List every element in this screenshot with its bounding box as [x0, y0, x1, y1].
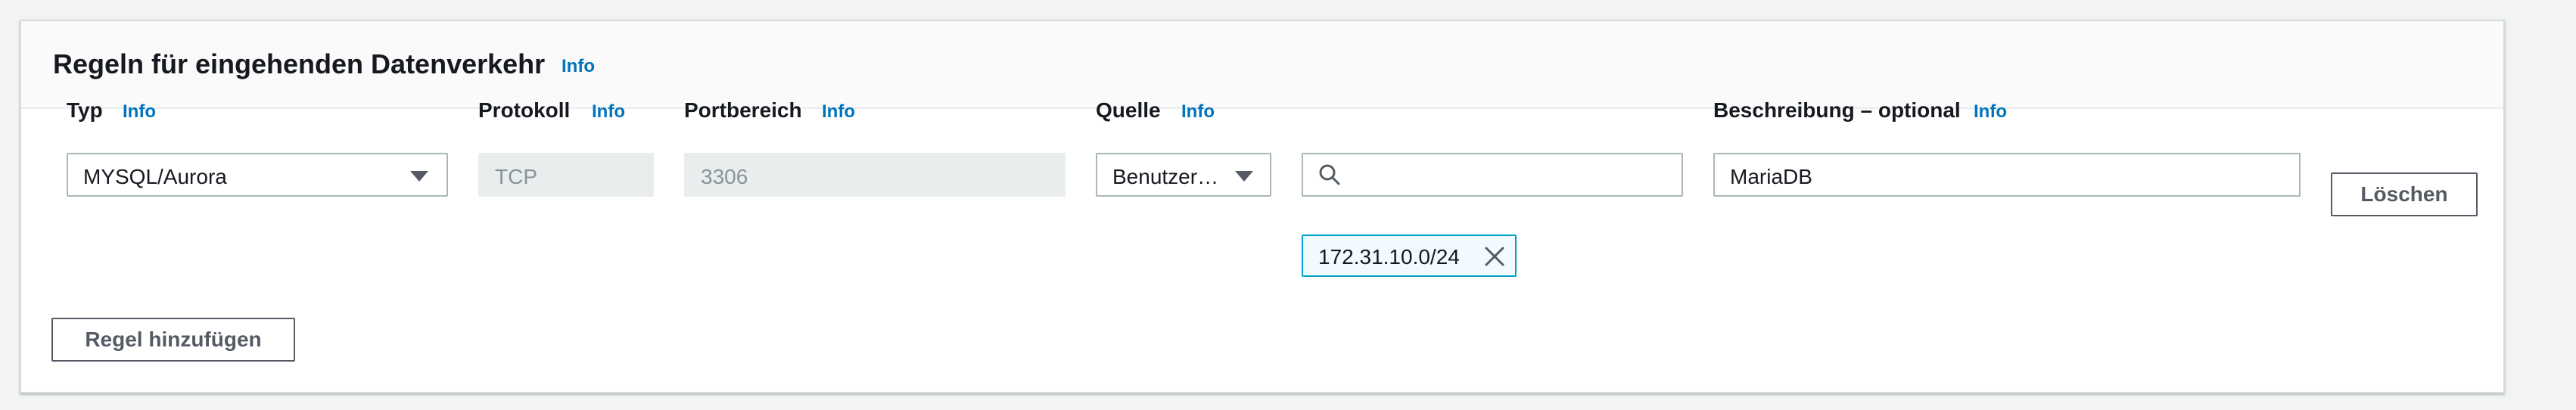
source-token-label: 172.31.10.0/24: [1318, 245, 1460, 269]
type-select[interactable]: MYSQL/Aurora: [67, 153, 448, 197]
source-token: 172.31.10.0/24: [1302, 235, 1517, 277]
panel-header: Regeln für eingehenden Datenverkehr Info: [21, 21, 2503, 109]
inbound-rules-panel: Regeln für eingehenden Datenverkehr Info: [20, 20, 2505, 393]
source-type-value: Benutzer…: [1112, 165, 1219, 188]
protocol-value: TCP: [495, 165, 537, 188]
type-info-link[interactable]: Info: [123, 101, 156, 123]
protocol-info-link[interactable]: Info: [592, 101, 625, 123]
description-info-link[interactable]: Info: [1974, 101, 2007, 123]
panel-info-link[interactable]: Info: [562, 56, 595, 77]
panel-title: Regeln für eingehenden Datenverkehr: [53, 48, 546, 79]
protocol-field: TCP: [478, 153, 654, 197]
source-label: Quelle: [1096, 98, 1161, 122]
source-info-link[interactable]: Info: [1181, 101, 1215, 123]
port-range-value: 3306: [701, 165, 748, 188]
caret-down-icon: [1235, 171, 1253, 182]
close-icon[interactable]: [1483, 245, 1506, 268]
search-icon: [1319, 164, 1340, 185]
description-value: MariaDB: [1730, 165, 1812, 188]
delete-rule-button[interactable]: Löschen: [2331, 172, 2478, 216]
description-input[interactable]: MariaDB: [1713, 153, 2301, 197]
caret-down-icon: [410, 171, 428, 182]
source-type-select[interactable]: Benutzer…: [1096, 153, 1271, 197]
type-select-value: MYSQL/Aurora: [83, 165, 227, 188]
port-range-info-link[interactable]: Info: [822, 101, 855, 123]
port-range-label: Portbereich: [684, 98, 802, 122]
source-search-input[interactable]: [1302, 153, 1683, 197]
add-rule-button[interactable]: Regel hinzufügen: [51, 318, 295, 362]
port-range-field: 3306: [684, 153, 1066, 197]
type-label: Typ: [67, 98, 103, 122]
protocol-label: Protokoll: [478, 98, 571, 122]
description-label: Beschreibung – optional: [1713, 98, 1961, 122]
